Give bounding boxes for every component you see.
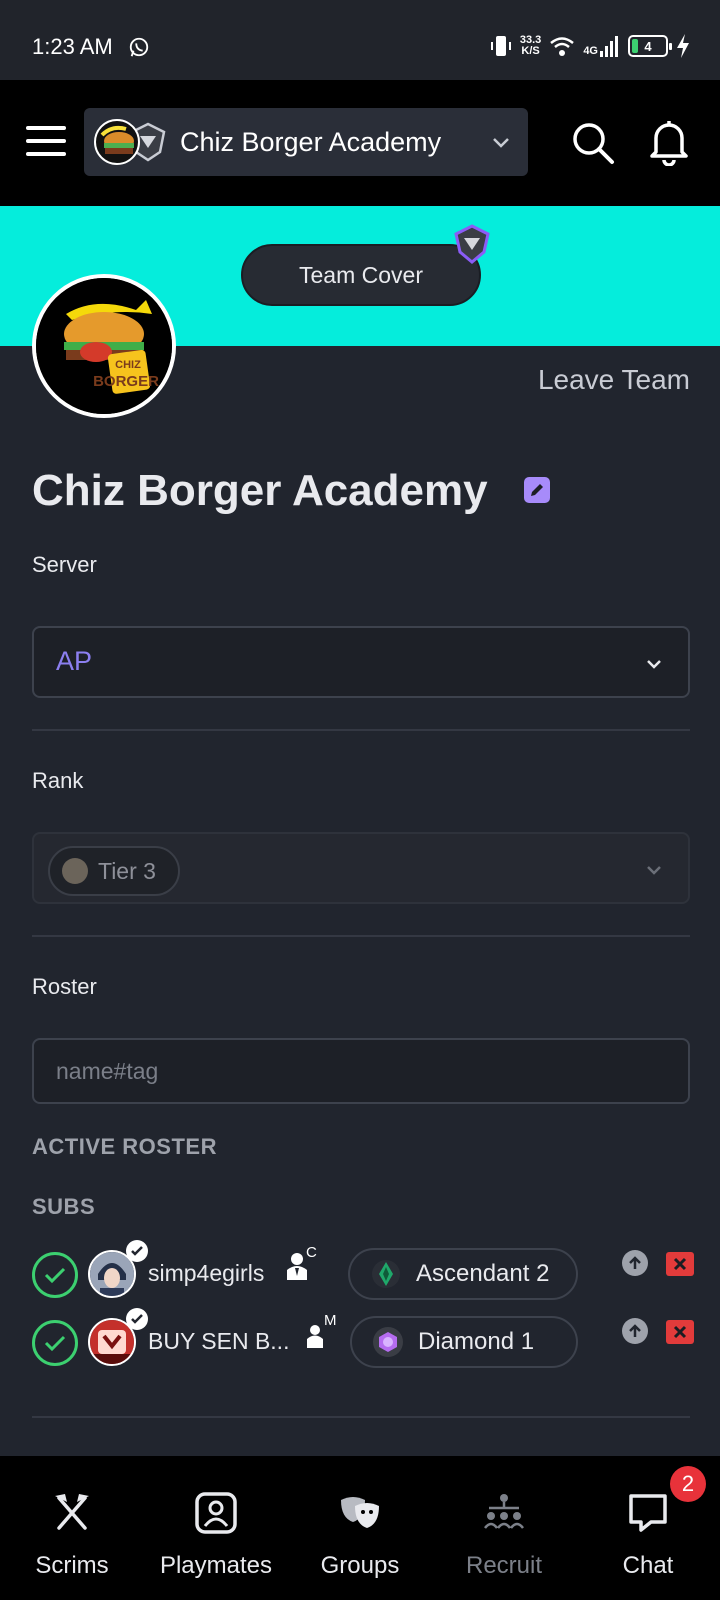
- status-time: 1:23 AM: [32, 34, 113, 59]
- crossed-axes-icon: [55, 1494, 89, 1530]
- rank-chip: Tier 3: [48, 846, 180, 896]
- vibrate-icon: [490, 36, 511, 56]
- player-name[interactable]: simp4egirls: [148, 1260, 264, 1287]
- rank-select: Tier 3: [32, 832, 690, 904]
- signal-icon: [600, 36, 618, 57]
- diamond-rank-icon: [372, 1326, 404, 1358]
- chat-unread-badge: 2: [670, 1466, 706, 1502]
- svg-text:BORGER: BORGER: [93, 373, 159, 390]
- remove-player-icon[interactable]: [666, 1252, 694, 1276]
- team-logo-small: [94, 119, 140, 165]
- role-icon: C: [286, 1244, 320, 1282]
- menu-icon[interactable]: [26, 126, 66, 156]
- check-circle-icon[interactable]: [32, 1320, 78, 1366]
- chevron-down-icon: [493, 138, 509, 148]
- roster-label: Roster: [32, 974, 97, 999]
- divider: [32, 1416, 690, 1418]
- wifi-icon: [550, 37, 575, 56]
- nav-chat[interactable]: Chat 2: [576, 1456, 720, 1600]
- remove-player-icon[interactable]: [666, 1320, 694, 1344]
- chevron-down-icon: [647, 866, 661, 875]
- battery-icon: 4: [628, 35, 672, 57]
- app-bar: Chiz Borger Academy: [0, 80, 720, 206]
- premium-shield-icon: [454, 224, 490, 264]
- nav-playmates[interactable]: Playmates: [144, 1456, 288, 1600]
- team-logo[interactable]: CHIZ BORGER: [32, 274, 176, 418]
- divider: [32, 935, 690, 937]
- rank-label: Rank: [32, 768, 84, 793]
- profile-frame-icon: [195, 1492, 237, 1534]
- promote-arrow-icon[interactable]: [622, 1318, 648, 1344]
- roster-row: simp4egirls C Ascendant 2: [32, 1240, 702, 1306]
- team-switcher-name: Chiz Borger Academy: [180, 126, 442, 157]
- server-select[interactable]: AP: [32, 626, 690, 698]
- divider: [32, 729, 690, 731]
- promote-arrow-icon[interactable]: [622, 1250, 648, 1276]
- nav-recruit[interactable]: Recruit: [432, 1456, 576, 1600]
- team-cover-button[interactable]: Team Cover: [241, 244, 481, 306]
- svg-text:CHIZ: CHIZ: [115, 359, 141, 371]
- net-speed: 33.3 K/S: [519, 34, 542, 57]
- rank-badge: Diamond 1: [350, 1316, 578, 1368]
- status-bar: 1:23 AM 33.3 K/S 4G 4: [0, 0, 720, 80]
- chevron-down-icon: [647, 660, 661, 669]
- rank-badge: Ascendant 2: [348, 1248, 578, 1300]
- nav-groups[interactable]: Groups: [288, 1456, 432, 1600]
- role-icon: M: [304, 1312, 338, 1350]
- check-circle-icon[interactable]: [32, 1252, 78, 1298]
- subs-heading: SUBS: [32, 1194, 96, 1219]
- chat-bubble-icon: [629, 1494, 667, 1532]
- edit-icon[interactable]: [524, 477, 550, 503]
- roster-name-input[interactable]: [32, 1038, 690, 1104]
- leave-team-button[interactable]: Leave Team: [538, 364, 690, 396]
- bottom-nav: Scrims Playmates Groups Recruit Chat 2: [0, 1456, 720, 1600]
- ascendant-icon: [370, 1258, 402, 1290]
- team-title: Chiz Borger Academy: [32, 466, 488, 515]
- network-type: 4G: [583, 45, 598, 57]
- server-label: Server: [32, 552, 97, 577]
- nav-scrims[interactable]: Scrims: [0, 1456, 144, 1600]
- charging-icon: [677, 34, 689, 58]
- roster-row: BUY SEN B... M Diamond 1: [32, 1308, 702, 1374]
- verified-badge-icon: [126, 1308, 148, 1330]
- masks-icon: [341, 1497, 379, 1528]
- recruit-icon: [484, 1494, 524, 1529]
- bell-icon[interactable]: [646, 118, 692, 166]
- verified-badge-icon: [126, 1240, 148, 1262]
- tier-icon: [62, 858, 88, 884]
- player-name[interactable]: BUY SEN B...: [148, 1328, 289, 1355]
- whatsapp-icon: [129, 37, 149, 57]
- search-icon[interactable]: [570, 120, 616, 166]
- team-switcher[interactable]: Chiz Borger Academy: [84, 108, 528, 176]
- active-roster-heading: ACTIVE ROSTER: [32, 1134, 217, 1159]
- server-value: AP: [56, 646, 93, 676]
